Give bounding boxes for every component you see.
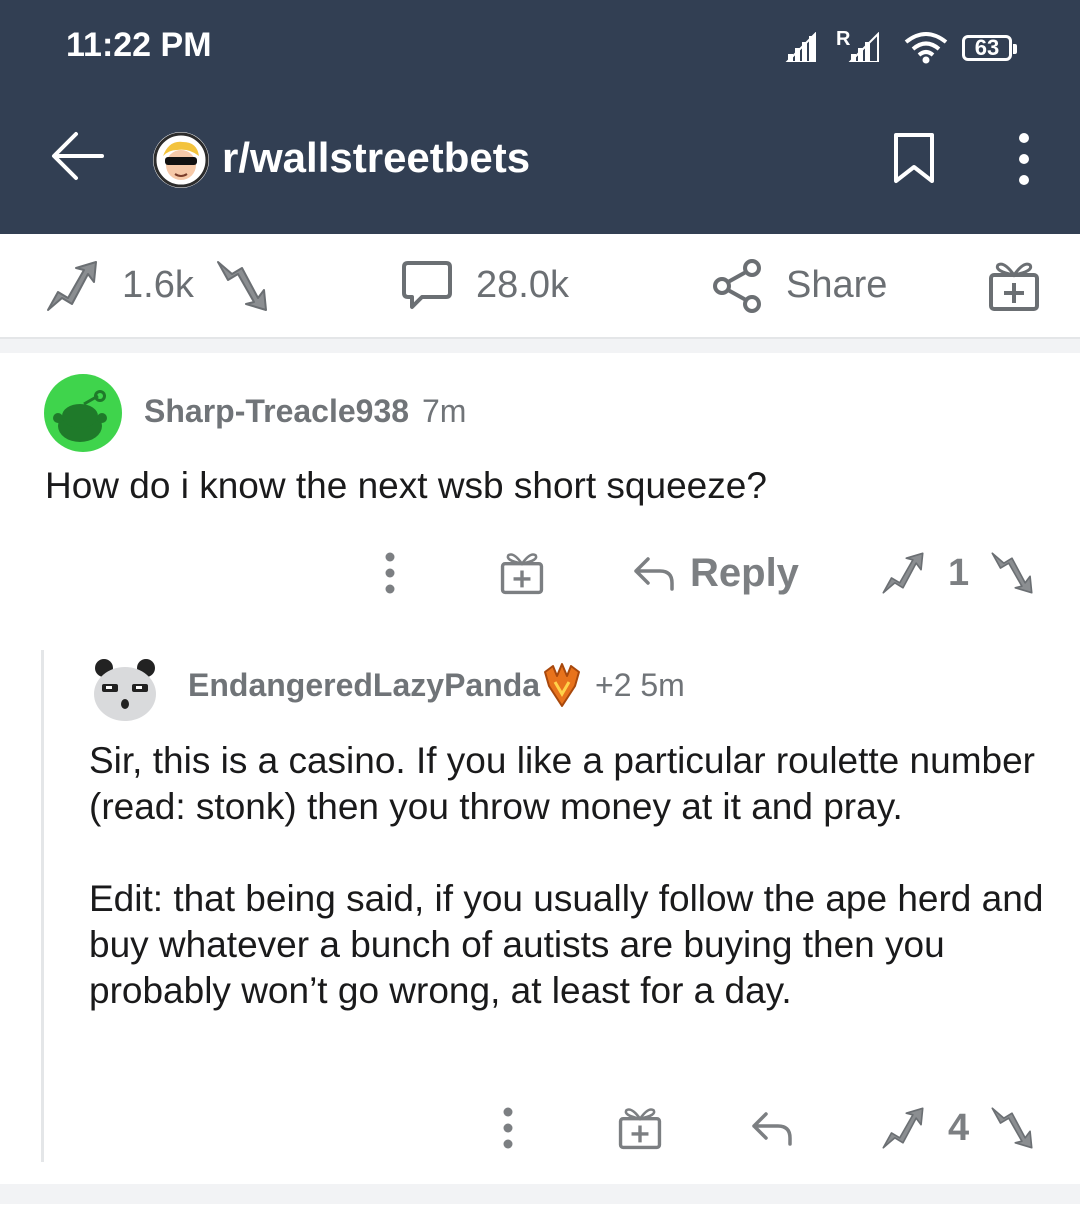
downvote-icon[interactable] <box>989 1105 1035 1151</box>
comment-score: 1 <box>948 551 970 594</box>
upvote-icon[interactable] <box>880 550 926 596</box>
comment-count: 28.0k <box>476 264 569 306</box>
award-icon <box>618 1108 662 1150</box>
app-header: 11:22 PM R 63 r/wallstreetbets <box>0 0 1080 234</box>
comments-button[interactable]: 28.0k <box>400 234 569 337</box>
downvote-icon[interactable] <box>989 550 1035 596</box>
award-flair-icon <box>544 663 580 707</box>
upvote-icon[interactable] <box>880 1105 926 1151</box>
reply-button[interactable]: Reply <box>632 543 799 603</box>
avatar[interactable] <box>92 656 158 722</box>
overflow-menu-icon[interactable] <box>1012 132 1036 186</box>
award-icon <box>500 553 544 595</box>
back-arrow-icon[interactable] <box>50 128 106 184</box>
comment-time: 5m <box>640 667 685 703</box>
overflow-menu-icon[interactable] <box>496 1098 520 1158</box>
vote-group: 1 <box>880 543 1035 603</box>
reply-button[interactable] <box>750 1098 794 1158</box>
battery-icon: 63 <box>962 35 1017 61</box>
comment-author[interactable]: EndangeredLazyPanda <box>188 667 540 704</box>
section-divider <box>0 339 1080 353</box>
wifi-icon <box>904 32 948 64</box>
roaming-signal-icon <box>848 32 879 62</box>
share-button[interactable]: Share <box>712 234 887 337</box>
comment-author[interactable]: Sharp-Treacle938 <box>144 393 409 430</box>
reply-label: Reply <box>690 550 799 595</box>
comment-award[interactable] <box>500 543 544 603</box>
vote-group: 4 <box>880 1098 1035 1158</box>
award-button[interactable] <box>988 234 1040 337</box>
post-score: 1.6k <box>122 264 194 306</box>
comment-icon <box>402 260 452 309</box>
comment-actions <box>378 543 402 603</box>
share-label: Share <box>786 264 888 306</box>
comment-meta: +2 5m <box>595 667 685 704</box>
comment-actions <box>496 1098 520 1158</box>
comment-paragraph: Sir, this is a casino. If you like a par… <box>89 740 1035 827</box>
comment-score: 4 <box>948 1106 970 1149</box>
reply-icon <box>752 1112 792 1146</box>
comment-body: Sir, this is a casino. If you like a par… <box>89 738 1049 1060</box>
avatar[interactable] <box>44 374 122 452</box>
signal-icon <box>785 32 816 62</box>
thread-line[interactable] <box>41 650 44 1162</box>
comment-time: 7m <box>422 393 467 429</box>
overflow-menu-icon[interactable] <box>378 543 402 603</box>
subreddit-title[interactable]: r/wallstreetbets <box>222 134 530 182</box>
status-time: 11:22 PM <box>66 26 212 64</box>
vote-group: 1.6k <box>44 234 270 337</box>
section-divider <box>0 1184 1080 1204</box>
upvote-icon[interactable] <box>44 258 100 314</box>
post-action-bar: 1.6k 28.0k Share <box>0 234 1080 339</box>
award-count: +2 <box>595 667 632 703</box>
comment-body: How do i know the next wsb short squeeze… <box>45 465 767 506</box>
bookmark-icon[interactable] <box>893 132 935 184</box>
downvote-icon[interactable] <box>214 258 270 314</box>
reply-icon <box>634 557 674 591</box>
comment-paragraph: Edit: that being said, if you usually fo… <box>89 878 1044 1011</box>
comment-award[interactable] <box>618 1098 662 1158</box>
award-icon <box>989 262 1039 311</box>
subreddit-avatar[interactable] <box>153 132 209 188</box>
share-icon <box>713 258 761 313</box>
